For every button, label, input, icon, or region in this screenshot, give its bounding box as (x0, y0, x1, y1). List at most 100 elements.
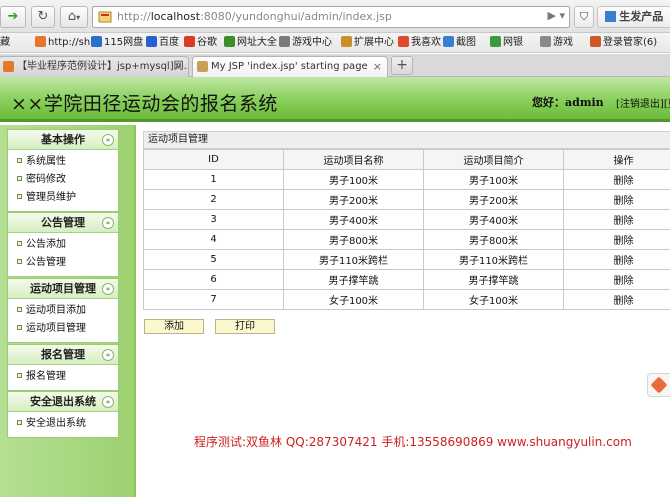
google-icon (604, 11, 616, 22)
bookmark-item[interactable]: 网址大全 (224, 36, 277, 50)
page-header: ××学院田径运动会的报名系统 您好：admin [注销退出][更 (0, 77, 670, 122)
bullet-icon (17, 373, 22, 378)
bookmark-item[interactable]: 游戏中心 (279, 36, 332, 50)
cell-name: 男子800米 (283, 229, 424, 250)
close-icon[interactable]: × (373, 57, 382, 76)
sidebar-item-label: 公告管理 (26, 257, 66, 268)
sidebar-group-header[interactable]: 公告管理 « (8, 213, 118, 233)
table-row: 5 男子110米跨栏 男子110米跨栏 删除 (143, 249, 670, 270)
sidebar-group: 安全退出系统 « 安全退出系统 (7, 391, 119, 438)
cell-name: 男子110米跨栏 (283, 249, 424, 270)
bookmark-icon (398, 36, 409, 47)
sidebar-item[interactable]: 公告添加 (8, 236, 118, 254)
bookmark-icon (279, 36, 290, 47)
table-row: 2 男子200米 男子200米 删除 (143, 189, 670, 210)
cell-desc: 男子100米 (423, 169, 564, 190)
bookmark-item[interactable]: 谷歌 (184, 36, 217, 50)
bookmark-item[interactable]: 115网盘 (91, 36, 143, 50)
refresh-icon: ↻ (37, 9, 49, 24)
greeting: 您好：admin (532, 96, 604, 109)
sidebar-group: 运动项目管理 « 运动项目添加 运动项目管理 (7, 278, 119, 343)
sidebar-group-header[interactable]: 基本操作 « (8, 130, 118, 150)
bookmark-label: 百度 (159, 37, 179, 48)
bookmark-item[interactable]: http://sh (35, 36, 90, 50)
add-button[interactable]: 添加 (144, 319, 204, 334)
shield-button[interactable]: ⛉ (574, 6, 594, 28)
tab-label: My JSP 'index.jsp' starting page (211, 61, 368, 72)
sidebar-group-header[interactable]: 报名管理 « (8, 345, 118, 365)
bookmark-label: 网址大全 (237, 37, 277, 48)
refresh-button[interactable]: ↻ (31, 6, 55, 28)
bullet-icon (17, 420, 22, 425)
browser-toolbar: ➔ ↻ ⌂▾ http://localhost:8080/yundonghui/… (0, 0, 670, 33)
section-title: 运动项目管理 (143, 131, 670, 149)
table-row: 7 女子100米 女子100米 删除 (143, 289, 670, 310)
collapse-icon[interactable]: « (102, 217, 114, 229)
address-go-icon[interactable]: ▶ ▾ (548, 9, 565, 22)
sidebar-item[interactable]: 运动项目添加 (8, 302, 118, 320)
plus-icon: + (396, 57, 408, 73)
close-icon[interactable]: × (174, 57, 183, 76)
new-tab-button[interactable]: + (391, 56, 413, 75)
sidebar-item[interactable]: 密码修改 (8, 171, 118, 189)
sidebar-item-label: 安全退出系统 (26, 418, 86, 429)
tab-2[interactable]: My JSP 'index.jsp' starting page × (192, 56, 388, 77)
collapse-icon[interactable]: « (102, 283, 114, 295)
bookmark-label: http://sh (48, 37, 91, 48)
bookmark-item[interactable]: 我喜欢 (398, 36, 441, 50)
logout-link[interactable]: [注销退出][更 (616, 95, 670, 110)
sports-table: ID 运动项目名称 运动项目简介 操作 1 男子100米 男子100米 删除 2 男子20… (143, 149, 670, 310)
bookmark-label: 扩展中心 (354, 37, 394, 48)
bookmark-item[interactable]: 截图 (443, 36, 476, 50)
table-row: 1 男子100米 男子100米 删除 (143, 169, 670, 190)
collapse-icon[interactable]: « (102, 349, 114, 361)
tab-favicon-icon (3, 61, 14, 72)
main-content: 运动项目管理 ID 运动项目名称 运动项目简介 操作 1 男子100米 男子100米… (143, 131, 670, 334)
bookmark-item[interactable]: 百度 (146, 36, 179, 50)
profile-button[interactable]: 生发产品 (597, 6, 670, 28)
cell-id: 5 (143, 249, 284, 270)
sidebar-item[interactable]: 系统属性 (8, 153, 118, 171)
bookmark-item[interactable]: 网银 (490, 36, 523, 50)
sidebar-item[interactable]: 运动项目管理 (8, 320, 118, 338)
sidebar-item[interactable]: 公告管理 (8, 254, 118, 272)
delete-link[interactable]: 删除 (563, 269, 670, 290)
feedback-widget[interactable] (647, 373, 670, 397)
bookmark-label: 115网盘 (104, 37, 144, 48)
delete-link[interactable]: 删除 (563, 249, 670, 270)
delete-link[interactable]: 删除 (563, 169, 670, 190)
cell-desc: 男子撑竿跳 (423, 269, 564, 290)
forward-button[interactable]: ➔ (0, 6, 26, 28)
arrow-right-icon: ➔ (7, 9, 19, 24)
sidebar-group-header[interactable]: 运动项目管理 « (8, 279, 118, 299)
sidebar-item-label: 报名管理 (26, 371, 66, 382)
chevron-down-icon: ▾ (76, 13, 81, 22)
bookmark-item[interactable]: 藏 (0, 36, 10, 50)
sidebar-item[interactable]: 报名管理 (8, 368, 118, 386)
delete-link[interactable]: 删除 (563, 229, 670, 250)
table-row: 6 男子撑竿跳 男子撑竿跳 删除 (143, 269, 670, 290)
bookmark-item[interactable]: 扩展中心 (341, 36, 394, 50)
bookmark-item[interactable]: 登录管家(6) (590, 36, 657, 50)
footer-credit: 程序测试:双鱼林 QQ:287307421 手机:13558690869 www… (194, 435, 632, 449)
table-header-row: ID 运动项目名称 运动项目简介 操作 (143, 149, 670, 170)
bookmark-label: 谷歌 (197, 37, 217, 48)
sidebar-item[interactable]: 管理员维护 (8, 189, 118, 207)
sidebar-group-header[interactable]: 安全退出系统 « (8, 392, 118, 412)
tab-1[interactable]: 【毕业程序范例设计】jsp+mysql]网... × (0, 56, 189, 77)
home-button[interactable]: ⌂▾ (60, 6, 88, 28)
address-bar[interactable]: http://localhost:8080/yundonghui/admin/i… (92, 6, 570, 28)
sidebar-group-title: 报名管理 (41, 348, 85, 361)
delete-link[interactable]: 删除 (563, 289, 670, 310)
collapse-icon[interactable]: « (102, 134, 114, 146)
bookmark-icon (184, 36, 195, 47)
bookmark-item[interactable]: 游戏 (540, 36, 573, 50)
print-button[interactable]: 打印 (215, 319, 275, 334)
delete-link[interactable]: 删除 (563, 209, 670, 230)
collapse-icon[interactable]: « (102, 396, 114, 408)
table-row: 3 男子400米 男子400米 删除 (143, 209, 670, 230)
cell-name: 男子400米 (283, 209, 424, 230)
sidebar-item[interactable]: 安全退出系统 (8, 415, 118, 433)
delete-link[interactable]: 删除 (563, 189, 670, 210)
cell-id: 1 (143, 169, 284, 190)
